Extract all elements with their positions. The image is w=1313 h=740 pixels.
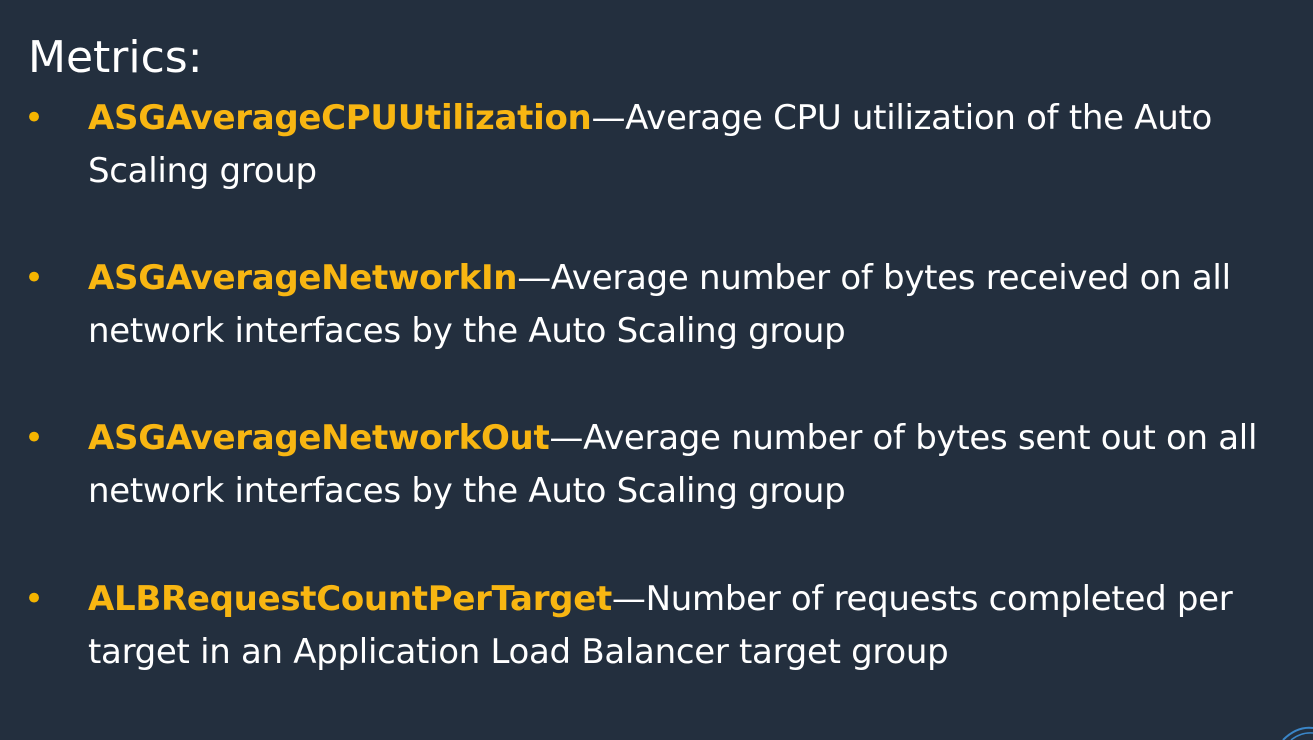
slide-title: Metrics: [28,32,203,83]
bullet-icon: • [24,579,45,619]
slide: Metrics: • ASGAverageCPUUtilization—Aver… [0,0,1313,740]
metric-separator: — [549,418,584,458]
metric-entry: ASGAverageNetworkOut—Average number of b… [88,412,1310,518]
bullet-icon: • [24,258,45,298]
metric-separator: — [517,258,551,298]
metric-name: ASGAverageNetworkIn [88,258,518,298]
metric-separator: — [591,98,626,138]
metric-entry: ASGAverageCPUUtilization—Average CPU uti… [88,92,1310,198]
corner-logo-fragment-icon [1282,726,1313,740]
bullet-icon: • [24,418,45,458]
metric-name: ASGAverageNetworkOut [88,418,550,458]
metric-name: ALBRequestCountPerTarget [88,579,612,619]
metric-separator: — [611,579,646,619]
metric-name: ASGAverageCPUUtilization [88,98,592,138]
metric-entry: ALBRequestCountPerTarget—Number of reque… [88,573,1310,679]
bullet-icon: • [24,98,45,138]
metric-entry: ASGAverageNetworkIn—Average number of by… [88,252,1310,358]
